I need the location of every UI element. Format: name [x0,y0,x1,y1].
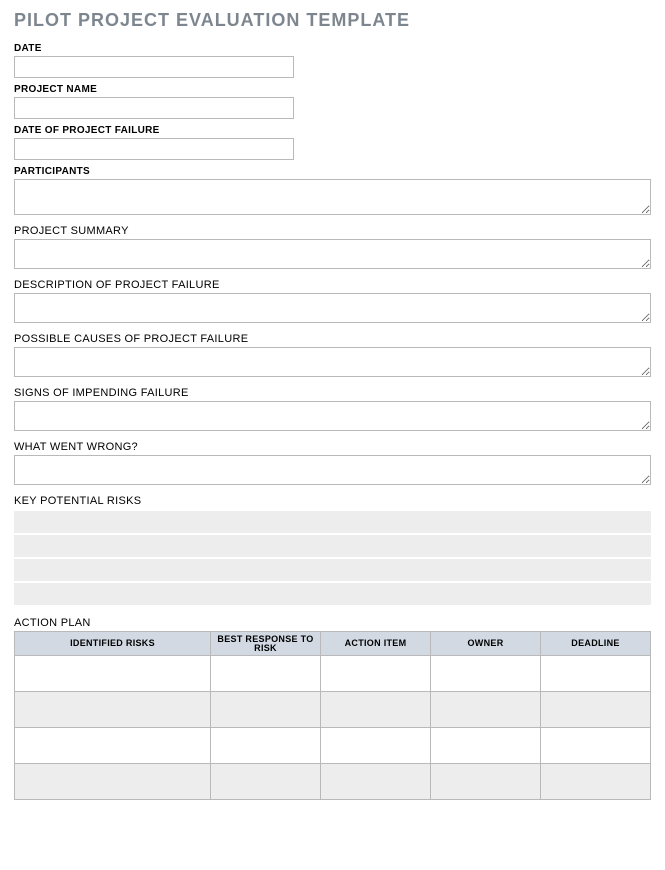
possible-causes-label: POSSIBLE CAUSES OF PROJECT FAILURE [14,333,651,345]
key-risk-row[interactable] [14,510,651,534]
ap-header-action-item: ACTION ITEM [321,632,431,656]
participants-label: PARTICIPANTS [14,166,651,177]
project-summary-input[interactable] [14,239,651,269]
description-failure-input[interactable] [14,293,651,323]
key-risk-row[interactable] [14,582,651,606]
action-plan-row[interactable] [15,656,651,692]
page-title: PILOT PROJECT EVALUATION TEMPLATE [14,10,651,31]
what-went-wrong-input[interactable] [14,455,651,485]
key-risk-row[interactable] [14,534,651,558]
project-summary-label: PROJECT SUMMARY [14,225,651,237]
participants-input[interactable] [14,179,651,215]
action-plan-row[interactable] [15,692,651,728]
description-failure-label: DESCRIPTION OF PROJECT FAILURE [14,279,651,291]
project-name-label: PROJECT NAME [14,84,651,95]
action-plan-row[interactable] [15,764,651,800]
signs-impending-label: SIGNS OF IMPENDING FAILURE [14,387,651,399]
date-label: DATE [14,43,651,54]
possible-causes-input[interactable] [14,347,651,377]
ap-header-deadline: DEADLINE [541,632,651,656]
key-risks-label: KEY POTENTIAL RISKS [14,495,651,507]
signs-impending-input[interactable] [14,401,651,431]
date-of-failure-input[interactable] [14,138,294,160]
key-risk-row[interactable] [14,558,651,582]
ap-header-best-response: BEST RESPONSE TO RISK [211,632,321,656]
ap-header-owner: OWNER [431,632,541,656]
date-input[interactable] [14,56,294,78]
ap-header-identified-risks: IDENTIFIED RISKS [15,632,211,656]
action-plan-label: ACTION PLAN [14,617,651,629]
date-of-failure-label: DATE OF PROJECT FAILURE [14,125,651,136]
key-risks-table [14,509,651,607]
project-name-input[interactable] [14,97,294,119]
what-went-wrong-label: WHAT WENT WRONG? [14,441,651,453]
action-plan-row[interactable] [15,728,651,764]
action-plan-table: IDENTIFIED RISKS BEST RESPONSE TO RISK A… [14,631,651,800]
